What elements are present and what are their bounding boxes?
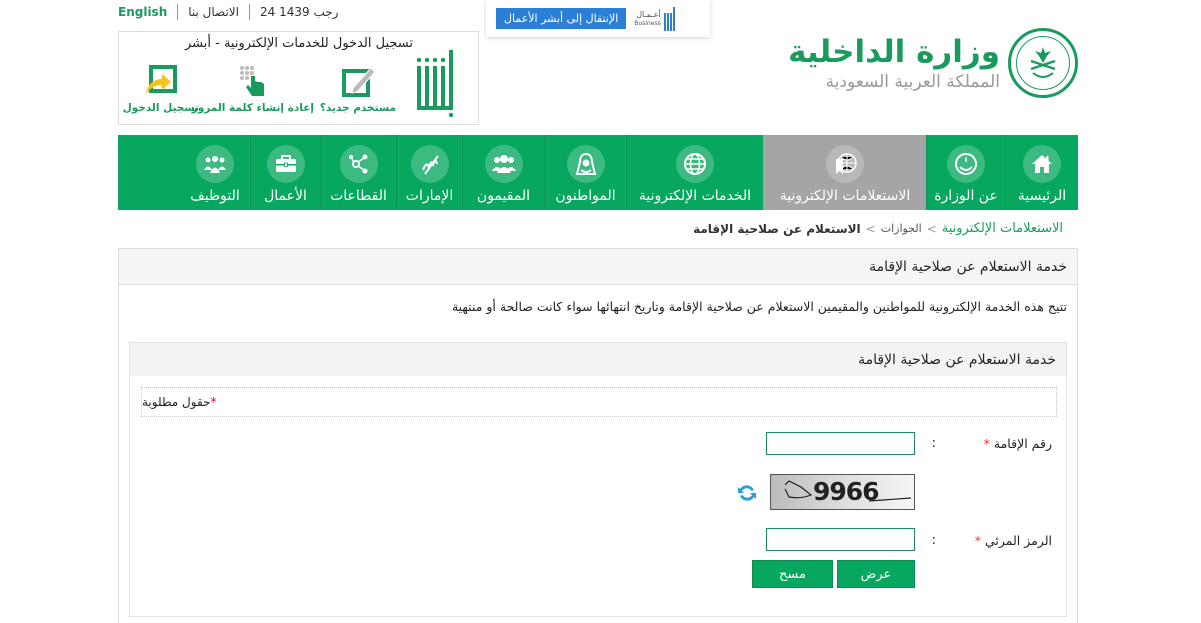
nav-label: المواطنون	[555, 188, 616, 204]
saudi-emblem-icon	[1008, 28, 1078, 98]
colon: :	[931, 533, 936, 548]
nav-item-business[interactable]: الأعمال	[250, 135, 320, 210]
absher-business-banner: الإنتقال إلى أبشر الأعمال أعـمـال Busine…	[486, 0, 710, 37]
nav-label: المقيمون	[476, 188, 531, 204]
captcha-code-label-text: الرمز المرئي	[984, 533, 1052, 548]
nav-item-e-inquiries[interactable]: الاستعلامات الإلكترونية	[763, 135, 926, 210]
ministry-name: وزارة الداخلية	[788, 34, 1000, 70]
nav-label: الخدمات الإلكترونية	[638, 188, 752, 204]
nav-label: القطاعات	[330, 188, 387, 204]
absher-business-logo: أعـمـال Business	[634, 6, 675, 31]
nav-label: الرئيسية	[1017, 188, 1067, 204]
globe-bookmark-icon	[826, 145, 864, 183]
login-arrow-icon	[145, 65, 177, 94]
refresh-captcha-icon[interactable]	[736, 482, 758, 504]
nav-label: الاستعلامات الإلكترونية	[779, 188, 911, 204]
colon: :	[931, 436, 936, 451]
breadcrumb-separator: >	[926, 221, 937, 236]
country-name: المملكة العربية السعودية	[825, 72, 1000, 92]
nav-item-about-ministry[interactable]: عن الوزارة	[926, 135, 1005, 210]
iqama-number-input[interactable]	[766, 432, 915, 455]
inquiry-form: خدمة الاستعلام عن صلاحية الإقامة * حقول م…	[129, 342, 1067, 617]
new-user-button[interactable]: مستخدم جديد؟	[320, 64, 396, 114]
breadcrumb-e-inquiries[interactable]: الاستعلامات الإلكترونية	[942, 221, 1063, 236]
emblem-icon	[947, 145, 985, 183]
form-title: خدمة الاستعلام عن صلاحية الإقامة	[130, 343, 1066, 376]
globe-icon	[676, 145, 714, 183]
residents-group-icon	[484, 145, 523, 183]
share-nodes-icon	[339, 145, 378, 183]
nav-item-home[interactable]: الرئيسية	[1005, 135, 1078, 210]
main-navigation: الرئيسية عن الوزارة الاستعلامات الإلكترو…	[118, 135, 1078, 210]
captcha-text: 9966	[813, 477, 880, 506]
reset-password-button[interactable]: إعادة إنشاء كلمة المرور	[192, 64, 314, 114]
breadcrumb-passports[interactable]: الجوازات	[881, 222, 922, 235]
absher-bars-icon	[663, 6, 675, 31]
login-button[interactable]: تسجيل الدخول	[123, 64, 199, 114]
required-note-text: حقول مطلوبة	[142, 395, 211, 409]
required-fields-note: * حقول مطلوبة	[141, 387, 1057, 417]
nav-item-employment[interactable]: التوظيف	[180, 135, 250, 210]
new-user-label: مستخدم جديد؟	[319, 102, 396, 114]
top-bar: English الاتصال بنا 24 رجب 1439	[118, 4, 338, 20]
team-icon	[196, 145, 234, 183]
language-switch-link[interactable]: English	[118, 5, 167, 19]
goto-absher-business-button[interactable]: الإنتقال إلى أبشر الأعمال	[496, 8, 627, 29]
business-logo-ar: أعـمـال	[636, 9, 661, 19]
required-marker: *	[983, 436, 990, 451]
required-marker: *	[210, 395, 217, 409]
clear-button[interactable]: مسح	[752, 560, 833, 588]
ministry-logo[interactable]: وزارة الداخلية المملكة العربية السعودية	[788, 28, 1078, 98]
keypad-hand-icon	[239, 66, 264, 96]
nav-label: التوظيف	[190, 188, 240, 204]
captcha-code-label: الرمز المرئي *	[975, 533, 1052, 548]
divider	[177, 4, 179, 20]
calligraphy-icon	[410, 145, 449, 183]
panel-title: خدمة الاستعلام عن صلاحية الإقامة	[119, 249, 1077, 285]
breadcrumb: الاستعلامات الإلكترونية > الجوازات > الا…	[693, 221, 1063, 236]
new-user-edit-icon	[341, 67, 375, 97]
absher-login-box: تسجيل الدخول للخدمات الإلكترونية - أبشر …	[118, 31, 479, 125]
nav-item-sectors[interactable]: القطاعات	[320, 135, 396, 210]
divider	[248, 4, 250, 20]
nav-item-residents[interactable]: المقيمون	[462, 135, 544, 210]
absher-logo-icon	[416, 50, 454, 118]
contact-us-link[interactable]: الاتصال بنا	[188, 5, 239, 19]
required-marker: *	[974, 533, 981, 548]
login-box-title: تسجيل الدخول للخدمات الإلكترونية - أبشر	[184, 36, 413, 51]
breadcrumb-separator: >	[865, 221, 876, 236]
reset-password-label: إعادة إنشاء كلمة المرور	[191, 102, 314, 114]
nav-item-emirates[interactable]: الإمارات	[396, 135, 462, 210]
service-description: تتيح هذه الخدمة الإلكترونية للمواطنين وا…	[451, 299, 1067, 314]
login-label: تسجيل الدخول	[122, 102, 199, 114]
iqama-number-label: رقم الإقامة *	[984, 436, 1052, 451]
home-icon	[1023, 145, 1061, 183]
nav-item-e-services[interactable]: الخدمات الإلكترونية	[626, 135, 763, 210]
nav-label: الأعمال	[264, 188, 307, 204]
nav-label: الإمارات	[405, 188, 454, 204]
hijri-date: 24 رجب 1439	[259, 5, 339, 19]
captcha-image: 9966	[770, 474, 915, 510]
breadcrumb-current: الاستعلام عن صلاحية الإقامة	[693, 221, 861, 236]
iqama-number-label-text: رقم الإقامة	[993, 436, 1052, 451]
business-logo-en: Business	[634, 19, 661, 27]
briefcase-icon	[266, 145, 305, 183]
service-panel: خدمة الاستعلام عن صلاحية الإقامة تتيح هذ…	[118, 248, 1078, 623]
citizen-icon	[566, 145, 605, 183]
nav-item-citizens[interactable]: المواطنون	[544, 135, 626, 210]
submit-button[interactable]: عرض	[837, 560, 915, 588]
nav-label: عن الوزارة	[934, 188, 998, 204]
captcha-code-input[interactable]	[766, 528, 915, 551]
